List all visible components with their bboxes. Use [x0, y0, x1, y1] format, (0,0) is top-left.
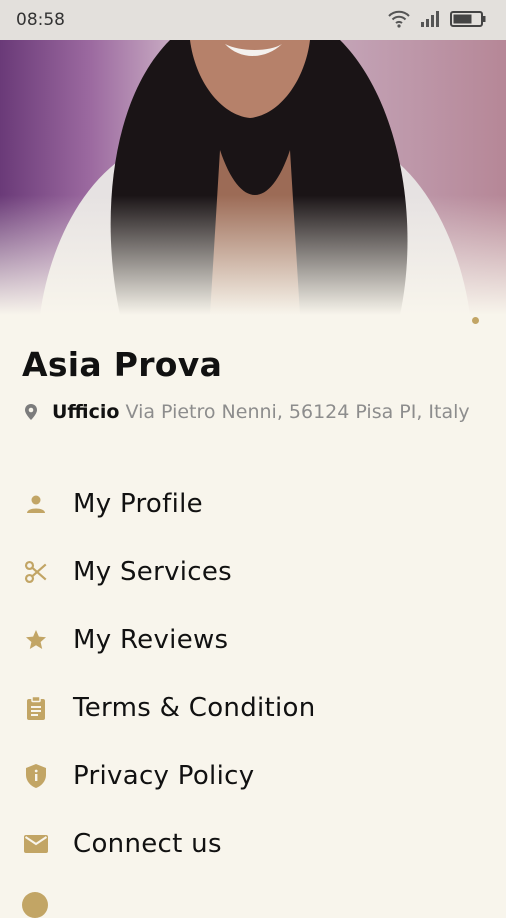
status-icons: [388, 10, 486, 28]
shield-icon: [22, 762, 50, 790]
star-icon: [22, 626, 50, 654]
wifi-icon: [388, 10, 410, 28]
menu-label: My Profile: [73, 489, 203, 519]
menu-label: My Services: [73, 557, 233, 587]
status-bar: 08:58: [0, 0, 506, 40]
profile-name: Asia Prova: [22, 345, 223, 384]
signal-icon: [421, 11, 439, 27]
battery-icon: [450, 11, 486, 27]
location-pin-icon: [25, 404, 37, 420]
menu-label: Connect us: [73, 829, 222, 859]
menu-item-my-reviews[interactable]: My Reviews: [0, 606, 506, 674]
menu-item-terms[interactable]: Terms & Condition: [0, 674, 506, 742]
menu-label: Privacy Policy: [73, 761, 255, 791]
profile-photo: [0, 40, 506, 315]
menu-item-my-profile[interactable]: My Profile: [0, 470, 506, 538]
scissors-icon: [22, 558, 50, 586]
clipboard-icon: [22, 694, 50, 722]
mail-icon: [22, 830, 50, 858]
menu-item-connect-us[interactable]: Connect us: [0, 810, 506, 878]
status-time: 08:58: [16, 10, 65, 30]
drawer-menu: My Profile My Services My Reviews Terms …: [0, 470, 506, 878]
profile-address: Ufficio Via Pietro Nenni, 56124 Pisa PI,…: [22, 398, 482, 426]
address-text: Via Pietro Nenni, 56124 Pisa PI, Italy: [125, 401, 470, 423]
menu-item-my-services[interactable]: My Services: [0, 538, 506, 606]
person-icon: [22, 490, 50, 518]
menu-label: My Reviews: [73, 625, 229, 655]
address-label: Ufficio: [52, 401, 120, 423]
partial-icon: [22, 892, 48, 918]
page-indicator-dot: [472, 317, 479, 324]
menu-item-partial-next[interactable]: [22, 892, 52, 918]
menu-item-privacy-policy[interactable]: Privacy Policy: [0, 742, 506, 810]
menu-label: Terms & Condition: [73, 693, 316, 723]
